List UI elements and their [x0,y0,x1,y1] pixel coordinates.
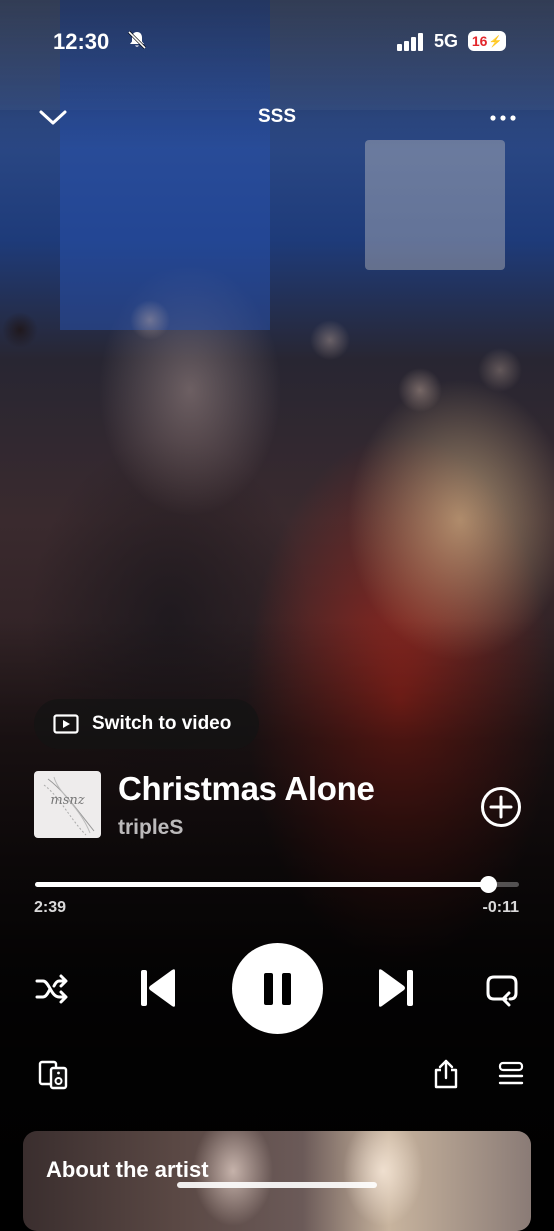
background-crowd [0,300,554,560]
queue-icon[interactable] [497,1060,525,1088]
connect-device-icon[interactable] [38,1058,70,1090]
battery-charging-icon: 16 ⚡ [468,31,506,51]
repeat-icon[interactable] [484,971,520,1007]
signal-bars-icon [397,33,423,51]
artist-photo [333,1131,433,1231]
bell-slash-icon [127,30,147,50]
background-sign [365,140,505,270]
track-title[interactable]: Christmas Alone [118,770,375,808]
share-icon[interactable] [432,1058,460,1090]
progress-bar[interactable] [35,876,519,893]
switch-to-video-label: Switch to video [92,713,232,734]
about-artist-card[interactable]: About the artist [23,1131,531,1231]
progress-handle[interactable] [479,876,497,893]
page-title: SSS [257,106,297,127]
more-horizontal-icon[interactable] [486,105,520,131]
previous-icon[interactable] [138,966,178,1010]
track-artist[interactable]: tripleS [118,816,183,840]
remaining-time: -0:11 [482,899,519,916]
shuffle-icon[interactable] [34,971,70,1007]
progress-fill [35,882,488,887]
status-time: 12:30 [53,29,110,54]
pause-icon [264,973,291,1005]
status-bar: 12:30 5G 16 ⚡ [0,0,554,80]
video-icon [53,714,79,734]
battery-level: 16 [471,33,488,49]
network-type: 5G [434,31,459,51]
pause-button[interactable] [232,943,323,1034]
elapsed-time: 2:39 [34,899,67,916]
next-icon[interactable] [376,966,416,1010]
album-art: msnz [34,771,101,838]
about-artist-title: About the artist [46,1157,209,1182]
add-circle-icon[interactable] [480,786,522,828]
switch-to-video-button[interactable]: Switch to video [34,699,259,749]
album-art-text: msnz [50,793,85,808]
home-indicator[interactable] [177,1182,377,1188]
